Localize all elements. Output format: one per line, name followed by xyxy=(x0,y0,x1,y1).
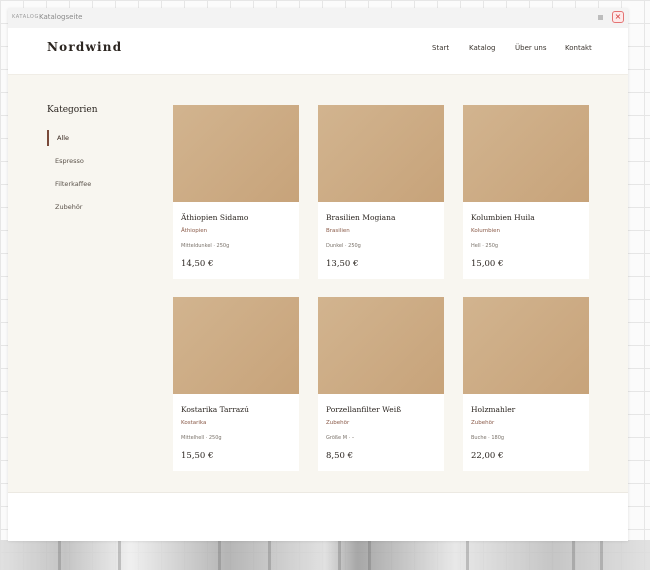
product-category: Kostarika xyxy=(181,420,207,426)
site-header: Nordwind Start Katalog Über uns Kontakt xyxy=(8,28,628,75)
category-label: Alle xyxy=(57,134,70,142)
category-item-zubehoer[interactable]: Zubehör xyxy=(47,199,147,215)
product-name[interactable]: Äthiopien Sidamo xyxy=(181,213,248,222)
product-price: 14,50 € xyxy=(181,259,214,269)
product-card[interactable]: Holzmahler Zubehör Buche · 180g 22,00 € xyxy=(463,297,589,471)
product-price: 22,00 € xyxy=(471,451,504,461)
category-label: Zubehör xyxy=(55,203,83,211)
product-name[interactable]: Holzmahler xyxy=(471,405,515,414)
product-meta: Dunkel · 250g xyxy=(326,243,361,249)
product-image[interactable] xyxy=(318,105,444,202)
product-price: 8,50 € xyxy=(326,451,354,461)
product-category: Zubehör xyxy=(326,420,350,426)
product-meta: Mittelhell · 250g xyxy=(181,435,222,441)
category-item-alle[interactable]: Alle xyxy=(47,130,149,146)
close-button[interactable]: × xyxy=(612,11,624,23)
product-card[interactable]: Kolumbien Huila Kolumbien Hell · 250g 15… xyxy=(463,105,589,279)
site-footer xyxy=(8,492,628,541)
product-meta: Buche · 180g xyxy=(471,435,505,441)
product-category: Zubehör xyxy=(471,420,495,426)
product-image[interactable] xyxy=(173,105,299,202)
product-image[interactable] xyxy=(318,297,444,394)
product-name[interactable]: Kostarika Tarrazú xyxy=(181,405,249,414)
product-card[interactable]: Kostarika Tarrazú Kostarika Mittelhell ·… xyxy=(173,297,299,471)
product-card[interactable]: Porzellanfilter Weiß Zubehör Größe M · –… xyxy=(318,297,444,471)
product-image[interactable] xyxy=(463,105,589,202)
product-price: 15,50 € xyxy=(181,451,214,461)
title-bar: KATALOG Katalogseite × xyxy=(8,8,628,29)
brand-logo[interactable]: Nordwind xyxy=(47,40,122,54)
product-name[interactable]: Porzellanfilter Weiß xyxy=(326,405,401,414)
nav-kontakt[interactable]: Kontakt xyxy=(565,44,592,52)
product-name[interactable]: Kolumbien Huila xyxy=(471,213,535,222)
catalog-content: Kategorien Alle Espresso Filterkaffee Zu… xyxy=(8,75,628,492)
product-meta: Größe M · – xyxy=(326,435,355,441)
category-item-filterkaffee[interactable]: Filterkaffee xyxy=(47,176,147,192)
nav-ueber-uns[interactable]: Über uns xyxy=(515,44,547,52)
category-label: Filterkaffee xyxy=(55,180,92,188)
nav-katalog[interactable]: Katalog xyxy=(469,44,495,52)
product-price: 13,50 € xyxy=(326,259,359,269)
product-category: Brasilien xyxy=(326,228,350,234)
window-title: Katalogseite xyxy=(39,13,83,21)
minimize-button[interactable] xyxy=(598,15,603,20)
product-card[interactable]: Äthiopien Sidamo Äthiopien Mitteldunkel … xyxy=(173,105,299,279)
category-label: Espresso xyxy=(55,157,84,165)
product-image[interactable] xyxy=(173,297,299,394)
product-name[interactable]: Brasilien Mogiana xyxy=(326,213,395,222)
category-item-espresso[interactable]: Espresso xyxy=(47,153,147,169)
product-category: Äthiopien xyxy=(181,228,208,234)
product-category: Kolumbien xyxy=(471,228,500,234)
product-card[interactable]: Brasilien Mogiana Brasilien Dunkel · 250… xyxy=(318,105,444,279)
nav-start[interactable]: Start xyxy=(432,44,449,52)
product-price: 15,00 € xyxy=(471,259,504,269)
app-label: KATALOG xyxy=(12,14,39,20)
product-meta: Mitteldunkel · 250g xyxy=(181,243,230,249)
product-image[interactable] xyxy=(463,297,589,394)
app-window: KATALOG Katalogseite × Nordwind Start Ka… xyxy=(8,8,628,541)
background-strip xyxy=(0,540,650,570)
categories-heading: Kategorien xyxy=(47,105,98,115)
product-meta: Hell · 250g xyxy=(471,243,499,249)
